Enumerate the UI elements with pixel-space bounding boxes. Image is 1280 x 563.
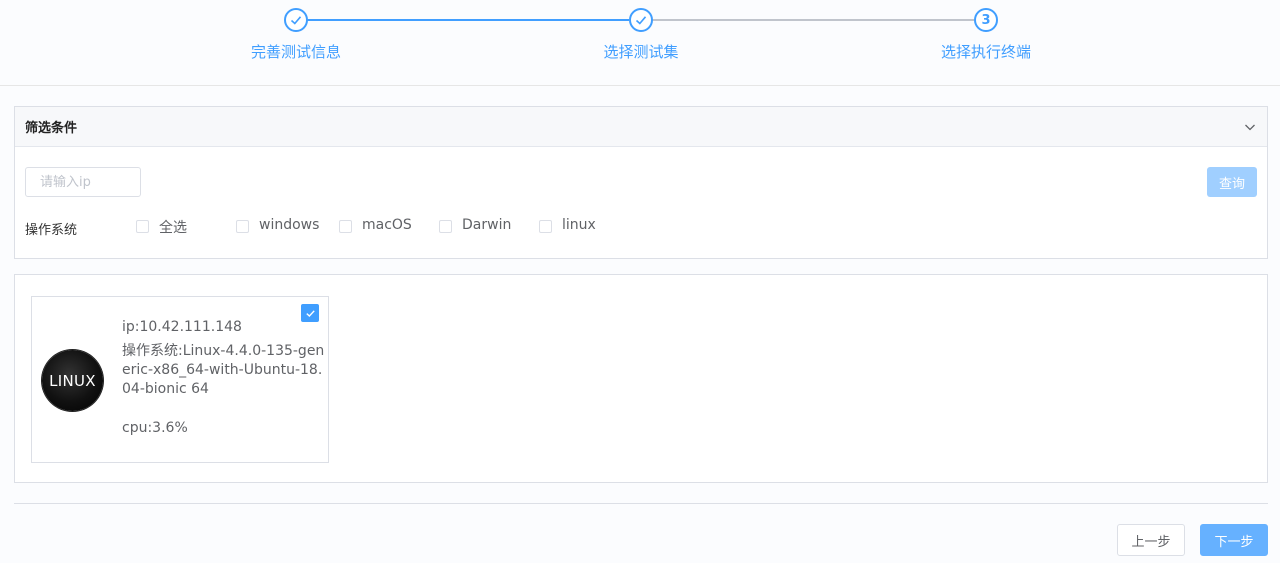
chevron-down-icon[interactable] <box>1243 120 1257 134</box>
step-2-title: 选择测试集 <box>603 43 679 61</box>
linux-logo-icon: LINUX <box>42 350 103 411</box>
filter-header[interactable]: 筛选条件 <box>15 107 1267 147</box>
filter-title: 筛选条件 <box>25 121 78 136</box>
step-connector-2 <box>652 19 974 21</box>
macos-label[interactable]: macOS <box>362 217 412 233</box>
step-3-title: 选择执行终端 <box>940 43 1031 61</box>
select-all-label[interactable]: 全选 <box>159 217 187 237</box>
windows-checkbox[interactable] <box>236 220 249 233</box>
macos-checkbox[interactable] <box>339 220 352 233</box>
step-2-check-icon <box>629 8 653 32</box>
filter-panel: 筛选条件 查询 操作系统 全选 windows macOS Darwin lin… <box>14 106 1268 259</box>
steps-bar: 完善测试信息 选择测试集 3 选择执行终端 <box>0 0 1280 86</box>
darwin-label[interactable]: Darwin <box>462 217 511 233</box>
footer-divider <box>14 503 1268 504</box>
windows-label[interactable]: windows <box>259 217 319 233</box>
darwin-checkbox[interactable] <box>439 220 452 233</box>
select-all-checkbox[interactable] <box>136 220 149 233</box>
check-icon <box>305 309 315 317</box>
step-connector-1 <box>307 19 629 21</box>
terminal-cpu: cpu:3.6% <box>122 420 188 436</box>
terminal-ip: ip:10.42.111.148 <box>122 319 242 335</box>
terminal-card[interactable]: LINUX ip:10.42.111.148 操作系统:Linux-4.4.0-… <box>31 296 329 463</box>
os-filter-label: 操作系统 <box>25 223 78 238</box>
step-3-number: 3 <box>974 8 998 32</box>
query-button[interactable]: 查询 <box>1207 167 1257 197</box>
linux-checkbox[interactable] <box>539 220 552 233</box>
step-1-check-icon <box>284 8 308 32</box>
terminal-os: 操作系统:Linux-4.4.0-135-generic-x86_64-with… <box>122 343 325 397</box>
terminal-info: ip:10.42.111.148 操作系统:Linux-4.4.0-135-ge… <box>122 318 327 438</box>
ip-search-input[interactable] <box>25 167 141 197</box>
next-step-button[interactable]: 下一步 <box>1200 524 1268 556</box>
terminal-list: LINUX ip:10.42.111.148 操作系统:Linux-4.4.0-… <box>14 274 1268 483</box>
linux-label[interactable]: linux <box>562 217 596 233</box>
step-1-title: 完善测试信息 <box>250 43 341 61</box>
linux-logo-text: LINUX <box>49 371 96 390</box>
prev-step-button[interactable]: 上一步 <box>1117 524 1185 556</box>
